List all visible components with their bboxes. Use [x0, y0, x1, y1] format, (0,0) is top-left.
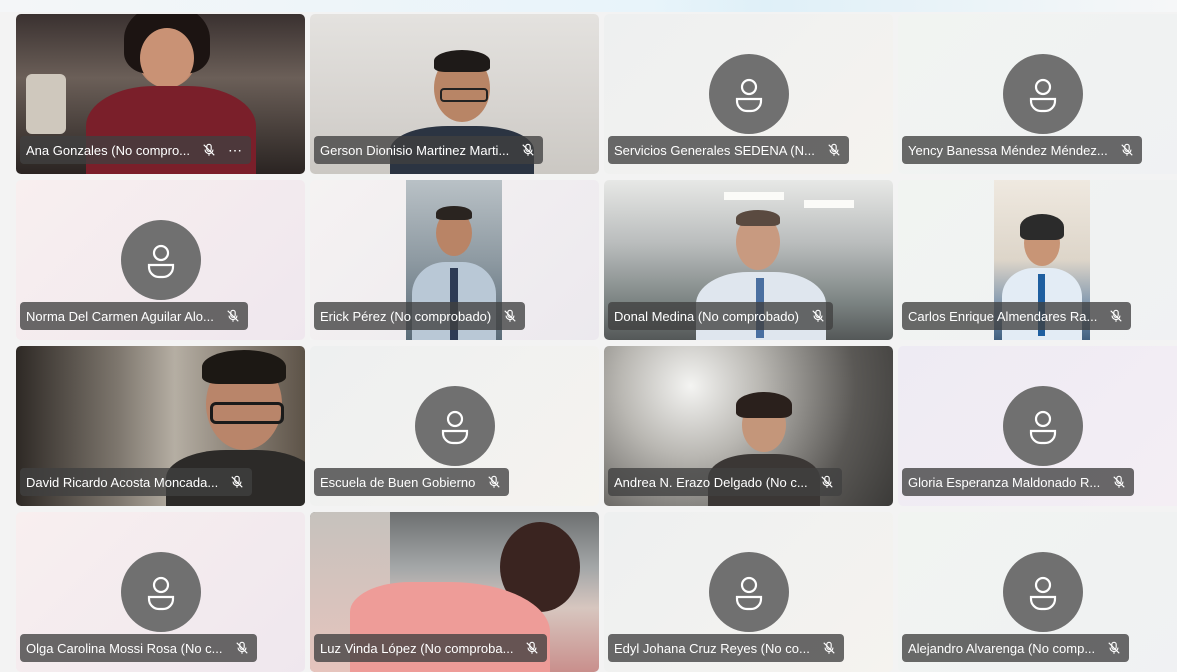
participant-name: Ana Gonzales (No compro... — [26, 142, 191, 158]
more-options-icon[interactable]: ⋯ — [228, 143, 243, 157]
participant-avatar — [1003, 54, 1083, 134]
participant-name-tag: Ana Gonzales (No compro... ⋯ — [20, 136, 252, 164]
participant-name: Erick Pérez (No comprobado) — [320, 308, 492, 324]
participant-name-tag: Escuela de Buen Gobierno — [314, 468, 510, 496]
mic-off-icon — [488, 475, 501, 488]
mic-off-icon — [504, 309, 516, 322]
person-icon — [441, 410, 469, 445]
mic-off-icon — [823, 641, 835, 654]
participant-tile[interactable]: Edyl Johana Cruz Reyes (No co... — [604, 512, 893, 672]
participant-tile[interactable]: Olga Carolina Mossi Rosa (No c... — [16, 512, 305, 672]
participant-name-tag: Andrea N. Erazo Delgado (No c... — [608, 468, 842, 496]
participant-tile[interactable]: Luz Vinda López (No comproba... — [310, 512, 599, 672]
participant-tile[interactable]: Andrea N. Erazo Delgado (No c... — [604, 346, 893, 506]
participant-tile[interactable]: Alejandro Alvarenga (No comp... — [898, 512, 1177, 672]
participant-tile[interactable]: Erick Pérez (No comprobado) — [310, 180, 599, 340]
participant-tile[interactable]: Carlos Enrique Almendares Ra... — [898, 180, 1177, 340]
participant-name: Andrea N. Erazo Delgado (No c... — [614, 474, 808, 490]
participant-name-tag: Servicios Generales SEDENA (N... — [608, 136, 849, 164]
participant-name-tag: Carlos Enrique Almendares Ra... — [902, 302, 1132, 330]
participant-name-tag: Gerson Dionisio Martinez Marti... — [314, 136, 544, 164]
person-icon — [1029, 576, 1057, 611]
participant-name-tag: Alejandro Alvarenga (No comp... — [902, 634, 1130, 662]
mic-off-icon — [231, 475, 243, 488]
participant-name: Gloria Esperanza Maldonado R... — [908, 474, 1101, 490]
participant-tile[interactable]: David Ricardo Acosta Moncada... — [16, 346, 305, 506]
participant-name: Servicios Generales SEDENA (N... — [614, 142, 815, 158]
participant-video-grid: Ana Gonzales (No compro... ⋯ Gerson Dion… — [16, 14, 1177, 672]
participant-avatar — [121, 552, 201, 632]
participant-name-tag: Yency Banessa Méndez Méndez... — [902, 136, 1142, 164]
mic-off-icon — [820, 475, 833, 488]
participant-name: Gerson Dionisio Martinez Marti... — [320, 142, 510, 158]
mic-off-icon — [1108, 641, 1120, 654]
mic-off-icon — [812, 309, 824, 322]
mic-off-icon — [203, 143, 215, 156]
participant-avatar — [709, 552, 789, 632]
mic-off-icon — [828, 143, 840, 156]
participant-name: Edyl Johana Cruz Reyes (No co... — [614, 640, 810, 656]
participant-avatar — [415, 386, 495, 466]
participant-avatar — [1003, 386, 1083, 466]
mic-off-icon — [227, 309, 239, 322]
participant-name-tag: Norma Del Carmen Aguilar Alo... — [20, 302, 248, 330]
person-icon — [735, 576, 763, 611]
participant-name-tag: Olga Carolina Mossi Rosa (No c... — [20, 634, 257, 662]
participant-name-tag: David Ricardo Acosta Moncada... — [20, 468, 253, 496]
participant-avatar — [1003, 552, 1083, 632]
participant-name: Donal Medina (No comprobado) — [614, 308, 799, 324]
mic-off-icon — [1110, 309, 1122, 322]
top-toolbar-strip — [0, 0, 1177, 12]
participant-tile[interactable]: Norma Del Carmen Aguilar Alo... — [16, 180, 305, 340]
participant-tile[interactable]: Ana Gonzales (No compro... ⋯ — [16, 14, 305, 174]
participant-name-tag: Gloria Esperanza Maldonado R... — [902, 468, 1135, 496]
participant-name: Norma Del Carmen Aguilar Alo... — [26, 308, 214, 324]
mic-off-icon — [1113, 475, 1125, 488]
person-icon — [147, 576, 175, 611]
participant-tile[interactable]: Gloria Esperanza Maldonado R... — [898, 346, 1177, 506]
participant-name-tag: Erick Pérez (No comprobado) — [314, 302, 526, 330]
person-icon — [735, 78, 763, 113]
participant-name-tag: Donal Medina (No comprobado) — [608, 302, 833, 330]
participant-tile[interactable]: Donal Medina (No comprobado) — [604, 180, 893, 340]
participant-name: Luz Vinda López (No comproba... — [320, 640, 514, 656]
participant-avatar — [121, 220, 201, 300]
participant-name: Escuela de Buen Gobierno — [320, 474, 476, 490]
person-icon — [1029, 78, 1057, 113]
mic-off-icon — [235, 641, 248, 654]
participant-tile[interactable]: Servicios Generales SEDENA (N... — [604, 14, 893, 174]
mic-off-icon — [522, 143, 534, 156]
participant-name: Olga Carolina Mossi Rosa (No c... — [26, 640, 223, 656]
mic-off-icon — [526, 641, 539, 654]
participant-tile[interactable]: Escuela de Buen Gobierno — [310, 346, 599, 506]
participant-tile[interactable]: Gerson Dionisio Martinez Marti... — [310, 14, 599, 174]
person-icon — [1029, 410, 1057, 445]
participant-name: Alejandro Alvarenga (No comp... — [908, 640, 1096, 656]
participant-name: Carlos Enrique Almendares Ra... — [908, 308, 1098, 324]
participant-avatar — [709, 54, 789, 134]
person-icon — [147, 244, 175, 279]
participant-tile[interactable]: Yency Banessa Méndez Méndez... — [898, 14, 1177, 174]
participant-name-tag: Luz Vinda López (No comproba... — [314, 634, 548, 662]
participant-name: Yency Banessa Méndez Méndez... — [908, 142, 1108, 158]
participant-name: David Ricardo Acosta Moncada... — [26, 474, 219, 490]
mic-off-icon — [1121, 143, 1133, 156]
participant-name-tag: Edyl Johana Cruz Reyes (No co... — [608, 634, 844, 662]
